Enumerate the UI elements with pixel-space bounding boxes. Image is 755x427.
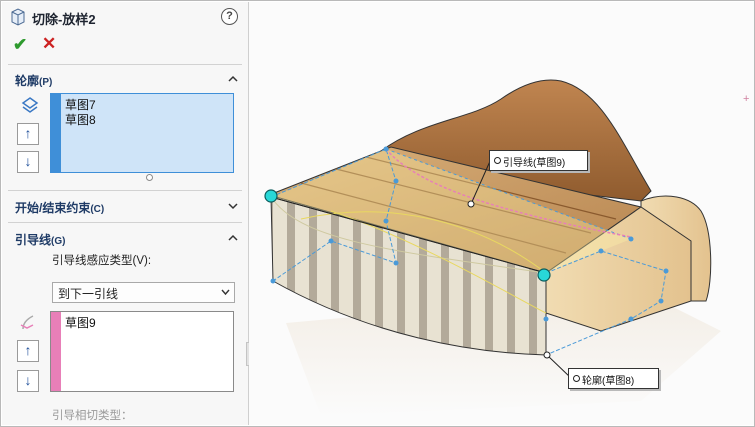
window-frame: 切除-放样2 ? ✔ ✕ 轮廓(P) 草图7 草图8 ↑ ↓ 开始/结束约束(C…	[0, 0, 755, 427]
profile-callout[interactable]: 轮廓(草图8)	[568, 368, 659, 389]
crosshair-marker: +	[743, 93, 750, 105]
section-profile-header[interactable]: 轮廓(P)	[15, 72, 52, 89]
help-button[interactable]: ?	[221, 8, 238, 25]
section-start-end-label: 开始/结束约束	[15, 201, 91, 215]
profile-list-item[interactable]: 草图8	[65, 111, 96, 128]
profile-listbox[interactable]: 草图7 草图8	[50, 93, 234, 173]
chevron-down-icon	[221, 289, 230, 296]
guide-listbox[interactable]: 草图9	[50, 311, 234, 392]
chevron-up-icon[interactable]	[228, 233, 238, 243]
cancel-button[interactable]: ✕	[42, 34, 56, 54]
page-title: 切除-放样2	[32, 12, 96, 27]
callout-dot-icon	[573, 375, 580, 382]
ok-button[interactable]: ✔	[13, 35, 27, 55]
guide-color-bar	[51, 312, 61, 391]
section-guide-header[interactable]: 引导线(G)	[15, 231, 65, 248]
guide-curve-icon	[20, 315, 34, 330]
chevron-down-icon[interactable]	[228, 201, 238, 211]
section-guide-label: 引导线	[15, 233, 52, 247]
profile-callout-label: 轮廓(草图8)	[582, 376, 635, 387]
divider	[8, 64, 242, 65]
connector-handle-icon[interactable]	[264, 189, 278, 203]
loft-cut-icon	[11, 8, 25, 26]
guide-tangency-label: 引导相切类型：	[52, 410, 133, 422]
guide-move-down-button[interactable]: ↓	[17, 370, 39, 392]
guide-move-up-button[interactable]: ↑	[17, 340, 39, 362]
connector-handle-icon[interactable]	[537, 268, 551, 282]
divider	[8, 190, 242, 191]
graphics-viewport[interactable]: 引导线(草图9) 轮廓(草图8)	[249, 2, 754, 425]
section-profile-key: (P)	[39, 77, 53, 88]
guide-influence-value: 到下一引线	[58, 287, 119, 301]
chevron-up-icon[interactable]	[228, 74, 238, 84]
divider	[8, 222, 242, 223]
model-preview	[267, 79, 721, 416]
callout-dot-icon	[494, 157, 501, 164]
guide-curve-callout[interactable]: 引导线(草图9)	[489, 150, 588, 171]
section-profile-label: 轮廓	[15, 74, 40, 88]
resize-handle[interactable]	[146, 174, 153, 181]
guide-list-item[interactable]: 草图9	[65, 314, 96, 331]
section-start-end-key: (C)	[90, 204, 105, 215]
profile-color-bar	[51, 94, 61, 172]
panel-title-row: 切除-放样2 ?	[2, 2, 248, 32]
section-guide-key: (G)	[51, 236, 66, 247]
guide-influence-label: 引导线感应类型(V):	[52, 255, 152, 267]
profile-move-up-button[interactable]: ↑	[17, 123, 39, 145]
guide-curve-callout-label: 引导线(草图9)	[503, 158, 566, 169]
property-manager-panel: 切除-放样2 ? ✔ ✕ 轮廓(P) 草图7 草图8 ↑ ↓ 开始/结束约束(C…	[2, 2, 249, 425]
guide-influence-select[interactable]: 到下一引线	[52, 282, 235, 303]
profile-icon	[21, 97, 39, 113]
profile-move-down-button[interactable]: ↓	[17, 151, 39, 173]
section-start-end-header[interactable]: 开始/结束约束(C)	[15, 199, 104, 216]
